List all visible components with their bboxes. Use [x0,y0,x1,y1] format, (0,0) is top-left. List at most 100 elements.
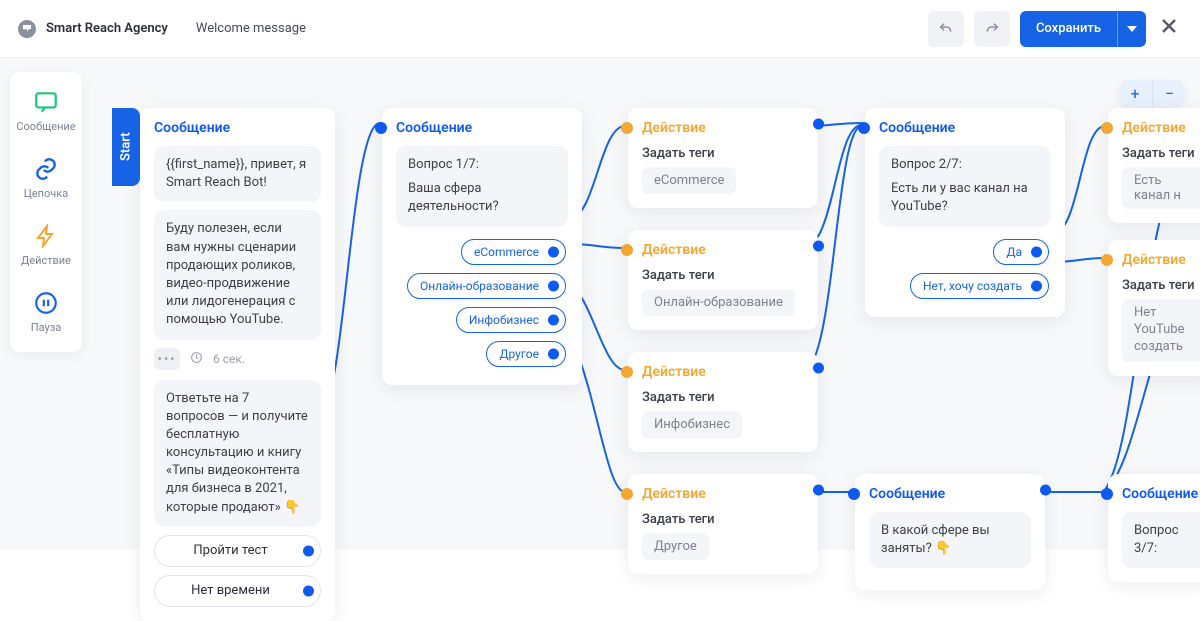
brand[interactable]: Smart Reach Agency [18,20,168,38]
chevron-down-icon [1127,24,1137,34]
redo-icon [984,21,1000,37]
node-action-has-channel[interactable]: Действие Задать теги Есть канал н [1108,108,1200,223]
save-button-dropdown[interactable] [1118,24,1146,34]
message-bubble: Вопрос 3/7: [1122,512,1200,568]
question-number: Вопрос 2/7: [891,156,1039,174]
close-button[interactable] [1156,16,1182,41]
node-title: Действие [642,364,804,380]
save-button[interactable]: Сохранить [1020,11,1146,47]
input-port[interactable] [621,122,633,134]
node-title: Сообщение [879,120,1051,136]
output-port[interactable] [813,119,824,130]
message-bubble: В какой сфере вы заняты? 👇 [869,512,1031,568]
input-port[interactable] [1101,488,1113,500]
node-action-infobiz[interactable]: Действие Задать теги Инфобизнес [628,352,818,452]
node-action-no-channel[interactable]: Действие Задать теги Нет YouTube создать [1108,240,1200,376]
quick-reply[interactable]: Пройти тест [154,535,321,567]
output-port[interactable] [1040,485,1051,496]
input-port[interactable] [848,488,860,500]
message-bubble: Вопрос 2/7: Есть ли у вас канал на YouTu… [879,146,1051,227]
tag-value: eCommerce [642,167,736,194]
tag-value: Есть канал н [1122,167,1200,209]
output-port[interactable] [1031,246,1042,257]
topbar-left: Smart Reach Agency Welcome message [18,20,306,38]
chip-label: Да [1006,245,1022,259]
undo-button[interactable] [928,11,964,47]
question-text: Ваша сфера деятельности? [408,180,556,216]
node-title: Действие [642,486,804,502]
undo-icon [938,21,954,37]
node-question-2[interactable]: Сообщение Вопрос 2/7: Есть ли у вас кана… [865,108,1065,317]
delay-meta: ••• 6 сек. [154,348,321,370]
redo-button[interactable] [974,11,1010,47]
more-icon[interactable]: ••• [154,348,180,370]
node-action-other[interactable]: Действие Задать теги Другое [628,474,818,574]
output-port[interactable] [303,545,314,556]
close-icon [1160,17,1178,35]
node-title: Действие [1122,252,1200,268]
node-title: Сообщение [869,486,1031,502]
output-port[interactable] [548,246,559,257]
brand-name: Smart Reach Agency [46,21,168,36]
workspace[interactable]: Сообщение Цепочка Действие Пауза + − [0,58,1200,550]
tag-value: Онлайн-образование [642,289,795,316]
chip-row: eCommerce Онлайн-образование Инфобизнес … [396,235,568,371]
quick-reply-chip[interactable]: Нет, хочу создать [910,273,1049,299]
input-port[interactable] [375,122,387,134]
input-port[interactable] [1101,122,1113,134]
message-bubble: Буду полезен, если вам нужны сценарии пр… [154,210,321,339]
output-port[interactable] [1031,280,1042,291]
output-port[interactable] [813,485,824,496]
tag-value: Нет YouTube создать [1122,299,1200,362]
input-port[interactable] [1101,254,1113,266]
node-message-sphere[interactable]: Сообщение В какой сфере вы заняты? 👇 [855,474,1045,590]
action-label: Задать теги [642,146,804,161]
node-title: Действие [1122,120,1200,136]
message-bubble: Ответьте на 7 вопросов — и получите бесп… [154,380,321,527]
node-question-1[interactable]: Сообщение Вопрос 1/7: Ваша сфера деятель… [382,108,582,385]
quick-reply-chip[interactable]: Инфобизнес [456,307,566,333]
action-label: Задать теги [1122,146,1200,161]
chip-label: Онлайн-образование [420,279,539,293]
chip-row: Да Нет, хочу создать [879,235,1051,303]
flow-title[interactable]: Welcome message [196,21,306,36]
topbar-right: Сохранить [928,11,1182,47]
top-bar: Smart Reach Agency Welcome message Сохра… [0,0,1200,58]
quick-reply-chip[interactable]: Другое [486,341,566,367]
input-port[interactable] [621,244,633,256]
quick-reply-chip[interactable]: Онлайн-образование [407,273,566,299]
node-title: Сообщение [1122,486,1200,502]
chip-label: Другое [499,347,539,361]
action-label: Задать теги [642,512,804,527]
input-port[interactable] [621,366,633,378]
clock-icon [190,351,203,367]
node-title: Действие [642,120,804,136]
output-port[interactable] [813,241,824,252]
chip-label: Нет, хочу создать [923,279,1022,293]
action-label: Задать теги [1122,278,1200,293]
node-title: Сообщение [154,120,321,136]
node-question-3[interactable]: Сообщение Вопрос 3/7: [1108,474,1200,582]
output-port[interactable] [548,314,559,325]
tag-value: Другое [642,533,709,560]
node-start-message[interactable]: Start Сообщение {{first_name}}, привет, … [140,108,335,621]
message-bubble: Вопрос 1/7: Ваша сфера деятельности? [396,146,568,227]
input-port[interactable] [858,122,870,134]
node-action-ecommerce[interactable]: Действие Задать теги eCommerce [628,108,818,208]
canvas[interactable]: Start Сообщение {{first_name}}, привет, … [0,58,1200,550]
output-port[interactable] [548,348,559,359]
tag-value: Инфобизнес [642,411,742,438]
output-port[interactable] [813,363,824,374]
input-port[interactable] [621,488,633,500]
message-bubble: {{first_name}}, привет, я Smart Reach Bo… [154,146,321,202]
quick-reply-chip[interactable]: Да [993,239,1049,265]
chip-label: Инфобизнес [469,313,539,327]
delay-value: 6 сек. [213,352,245,366]
question-number: Вопрос 1/7: [408,156,556,174]
quick-reply[interactable]: Нет времени [154,575,321,607]
quick-reply-chip[interactable]: eCommerce [461,239,566,265]
output-port[interactable] [548,280,559,291]
quick-reply-label: Нет времени [191,583,270,598]
node-action-education[interactable]: Действие Задать теги Онлайн-образование [628,230,818,330]
output-port[interactable] [303,585,314,596]
